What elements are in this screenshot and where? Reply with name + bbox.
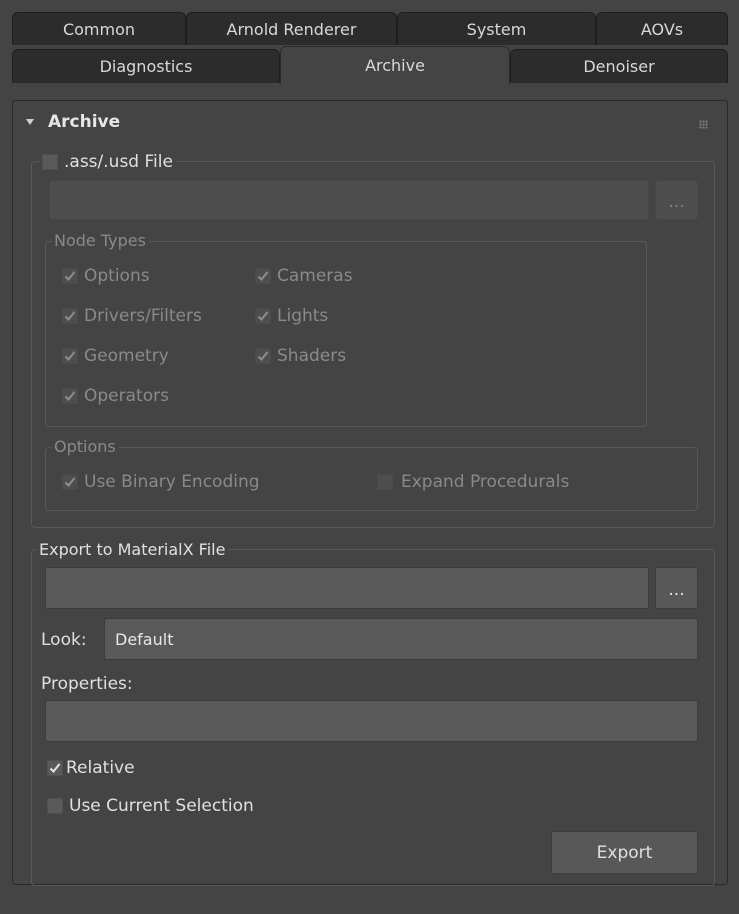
checkbox-box	[62, 474, 78, 490]
materialx-browse-button[interactable]: ...	[655, 567, 698, 609]
checkbox-label: Cameras	[277, 266, 353, 286]
node-type-options-checkbox[interactable]: Options	[62, 266, 150, 286]
use-current-selection-checkbox[interactable]: Use Current Selection	[47, 796, 254, 816]
node-type-drivers-filters-checkbox[interactable]: Drivers/Filters	[62, 306, 202, 326]
ass-file-path-input[interactable]	[49, 180, 649, 220]
checkbox-label: Drivers/Filters	[84, 306, 202, 326]
tab-label: Denoiser	[583, 57, 655, 76]
properties-input[interactable]	[45, 700, 698, 742]
tab-aovs[interactable]: AOVs	[596, 12, 728, 45]
checkmark-icon	[257, 271, 269, 281]
relative-checkbox[interactable]: Relative	[47, 758, 135, 778]
checkmark-icon	[64, 311, 76, 321]
checkbox-box	[47, 760, 63, 776]
node-type-geometry-checkbox[interactable]: Geometry	[62, 346, 169, 366]
export-button[interactable]: Export	[551, 831, 698, 874]
tab-common[interactable]: Common	[12, 12, 186, 45]
ass-file-checkbox[interactable]: .ass/.usd File	[40, 152, 177, 172]
checkmark-icon	[49, 763, 61, 773]
checkmark-icon	[64, 477, 76, 487]
tab-diagnostics[interactable]: Diagnostics	[12, 49, 280, 83]
tab-label: Common	[62, 19, 136, 39]
drag-grip-icon[interactable]	[699, 120, 708, 129]
checkbox-box	[47, 798, 63, 814]
tab-arnold-renderer[interactable]: Arnold Renderer	[186, 12, 397, 45]
checkbox-label: .ass/.usd File	[64, 152, 173, 172]
checkbox-label: Use Binary Encoding	[84, 472, 260, 492]
tab-denoiser[interactable]: Denoiser	[510, 49, 728, 83]
checkmark-icon	[64, 271, 76, 281]
properties-label: Properties:	[41, 674, 133, 694]
browse-label: ...	[668, 580, 685, 600]
checkbox-box	[62, 308, 78, 324]
checkbox-label: Options	[84, 266, 150, 286]
materialx-path-input[interactable]	[45, 567, 649, 609]
checkbox-label: Use Current Selection	[69, 796, 254, 816]
checkmark-icon	[257, 311, 269, 321]
look-label: Look:	[41, 630, 87, 650]
archive-options-title: Options	[52, 437, 119, 457]
node-type-lights-checkbox[interactable]: Lights	[255, 306, 328, 326]
checkbox-label: Lights	[277, 306, 329, 326]
checkbox-box	[255, 308, 271, 324]
checkbox-label: Expand Procedurals	[401, 472, 570, 492]
collapse-triangle-icon	[26, 119, 34, 125]
checkbox-label: Relative	[66, 758, 135, 778]
browse-label: ...	[668, 192, 685, 212]
checkbox-label: Operators	[84, 386, 169, 406]
tab-label: Diagnostics	[99, 57, 193, 76]
tab-label: System	[466, 19, 527, 39]
tab-label: Archive	[365, 56, 425, 75]
look-value: Default	[115, 629, 174, 649]
look-input[interactable]: Default	[104, 618, 698, 660]
tab-label: Arnold Renderer	[226, 19, 357, 39]
export-label: Export	[596, 842, 653, 863]
materialx-title: Export to MaterialX File	[36, 540, 229, 560]
node-type-shaders-checkbox[interactable]: Shaders	[255, 346, 346, 366]
checkbox-box	[42, 154, 58, 170]
rollout-header-archive[interactable]: Archive	[26, 112, 120, 132]
tab-archive[interactable]: Archive	[280, 46, 510, 84]
checkbox-box	[377, 474, 393, 490]
checkmark-icon	[257, 351, 269, 361]
node-type-operators-checkbox[interactable]: Operators	[62, 386, 169, 406]
checkbox-box	[255, 348, 271, 364]
checkbox-label: Geometry	[84, 346, 169, 366]
checkbox-label: Shaders	[277, 346, 347, 366]
ass-file-browse-button[interactable]: ...	[655, 180, 698, 220]
use-binary-encoding-checkbox[interactable]: Use Binary Encoding	[62, 472, 260, 492]
checkbox-box	[62, 388, 78, 404]
node-types-title: Node Types	[52, 231, 149, 251]
node-type-cameras-checkbox[interactable]: Cameras	[255, 266, 353, 286]
checkbox-box	[62, 268, 78, 284]
checkbox-box	[255, 268, 271, 284]
expand-procedurals-checkbox[interactable]: Expand Procedurals	[377, 472, 569, 492]
checkmark-icon	[64, 391, 76, 401]
tab-label: AOVs	[640, 19, 684, 39]
checkmark-icon	[64, 351, 76, 361]
rollout-title: Archive	[48, 112, 121, 132]
checkbox-box	[62, 348, 78, 364]
tab-system[interactable]: System	[397, 12, 596, 45]
